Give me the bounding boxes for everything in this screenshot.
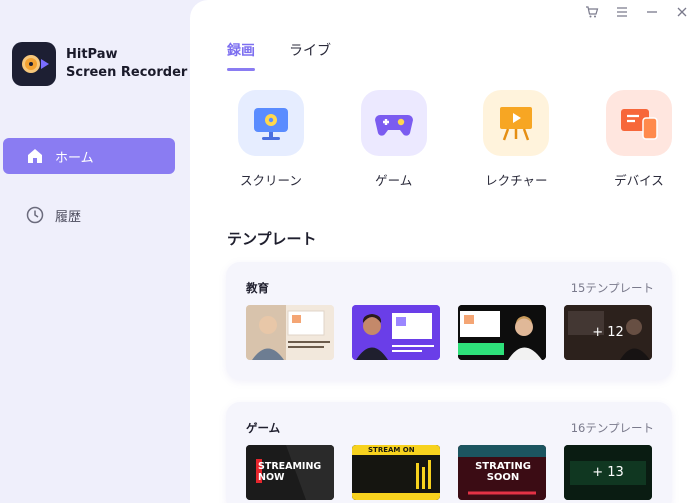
thumb-title: STREAMING NOW	[258, 461, 322, 483]
gamepad-icon	[360, 90, 427, 156]
home-icon	[25, 146, 45, 166]
mode-screen[interactable]: スクリーン	[220, 90, 322, 189]
minimize-icon[interactable]	[644, 4, 660, 20]
screen-icon	[238, 90, 304, 156]
sidebar-item-home[interactable]: ホーム	[3, 138, 175, 174]
sidebar-item-history[interactable]: 履歴	[3, 197, 175, 233]
mode-label: スクリーン	[240, 173, 302, 188]
mode-device[interactable]: デバイス	[588, 90, 690, 189]
category-name: 教育	[246, 281, 269, 295]
thumb-title: STREAM ON	[368, 446, 415, 454]
clock-icon	[25, 205, 45, 225]
app-name-line1: HitPaw	[66, 47, 118, 62]
thumb-title: STRATING SOON	[475, 461, 531, 483]
template-thumb-more[interactable]: + 13	[564, 445, 652, 500]
mode-lecture[interactable]: レクチャー	[465, 90, 567, 189]
close-icon[interactable]	[674, 4, 690, 20]
tab-bar: 録画 ライブ	[227, 40, 331, 71]
tab-recording[interactable]: 録画	[227, 40, 255, 71]
mode-label: レクチャー	[485, 173, 548, 188]
sidebar-item-label: ホーム	[55, 150, 94, 166]
window-controls	[584, 4, 690, 20]
category-name: ゲーム	[246, 421, 281, 435]
cart-icon[interactable]	[584, 4, 600, 20]
template-thumb-more[interactable]: + 12	[564, 305, 652, 360]
sidebar: HitPaw Screen Recorder ホーム 履歴	[0, 0, 190, 503]
recording-modes: スクリーン ゲーム レクチャー デバイス	[220, 90, 690, 189]
template-thumb[interactable]: STRATING SOON	[458, 445, 546, 500]
app-name: HitPaw Screen Recorder	[66, 46, 187, 82]
template-thumb[interactable]	[352, 305, 440, 360]
template-thumb[interactable]	[246, 305, 334, 360]
device-icon	[605, 90, 672, 156]
mode-label: デバイス	[614, 173, 664, 188]
brand: HitPaw Screen Recorder	[12, 42, 187, 86]
main-panel: 録画 ライブ スクリーン ゲーム レクチャー デバイス テンプレート 教育 15…	[190, 0, 700, 503]
category-count: 15テンプレート	[570, 281, 654, 295]
mode-game[interactable]: ゲーム	[343, 90, 445, 189]
lecture-icon	[483, 90, 550, 156]
tab-live[interactable]: ライブ	[289, 40, 331, 60]
template-thumb[interactable]: STREAM ON	[352, 445, 440, 500]
app-logo-icon	[12, 42, 56, 86]
template-thumb[interactable]: STREAMING NOW	[246, 445, 334, 500]
sidebar-item-label: 履歴	[55, 209, 82, 225]
template-category-education[interactable]: 教育 15テンプレート + 12	[226, 262, 672, 380]
more-count: + 13	[564, 445, 652, 500]
template-category-game[interactable]: ゲーム 16テンプレート STREAMING NOW STREAM ON STR…	[226, 402, 672, 503]
template-thumb[interactable]	[458, 305, 546, 360]
menu-icon[interactable]	[614, 4, 630, 20]
more-count: + 12	[564, 305, 652, 360]
category-count: 16テンプレート	[570, 421, 654, 435]
templates-title: テンプレート	[227, 230, 317, 248]
app-name-line2: Screen Recorder	[66, 65, 188, 80]
mode-label: ゲーム	[375, 173, 413, 188]
